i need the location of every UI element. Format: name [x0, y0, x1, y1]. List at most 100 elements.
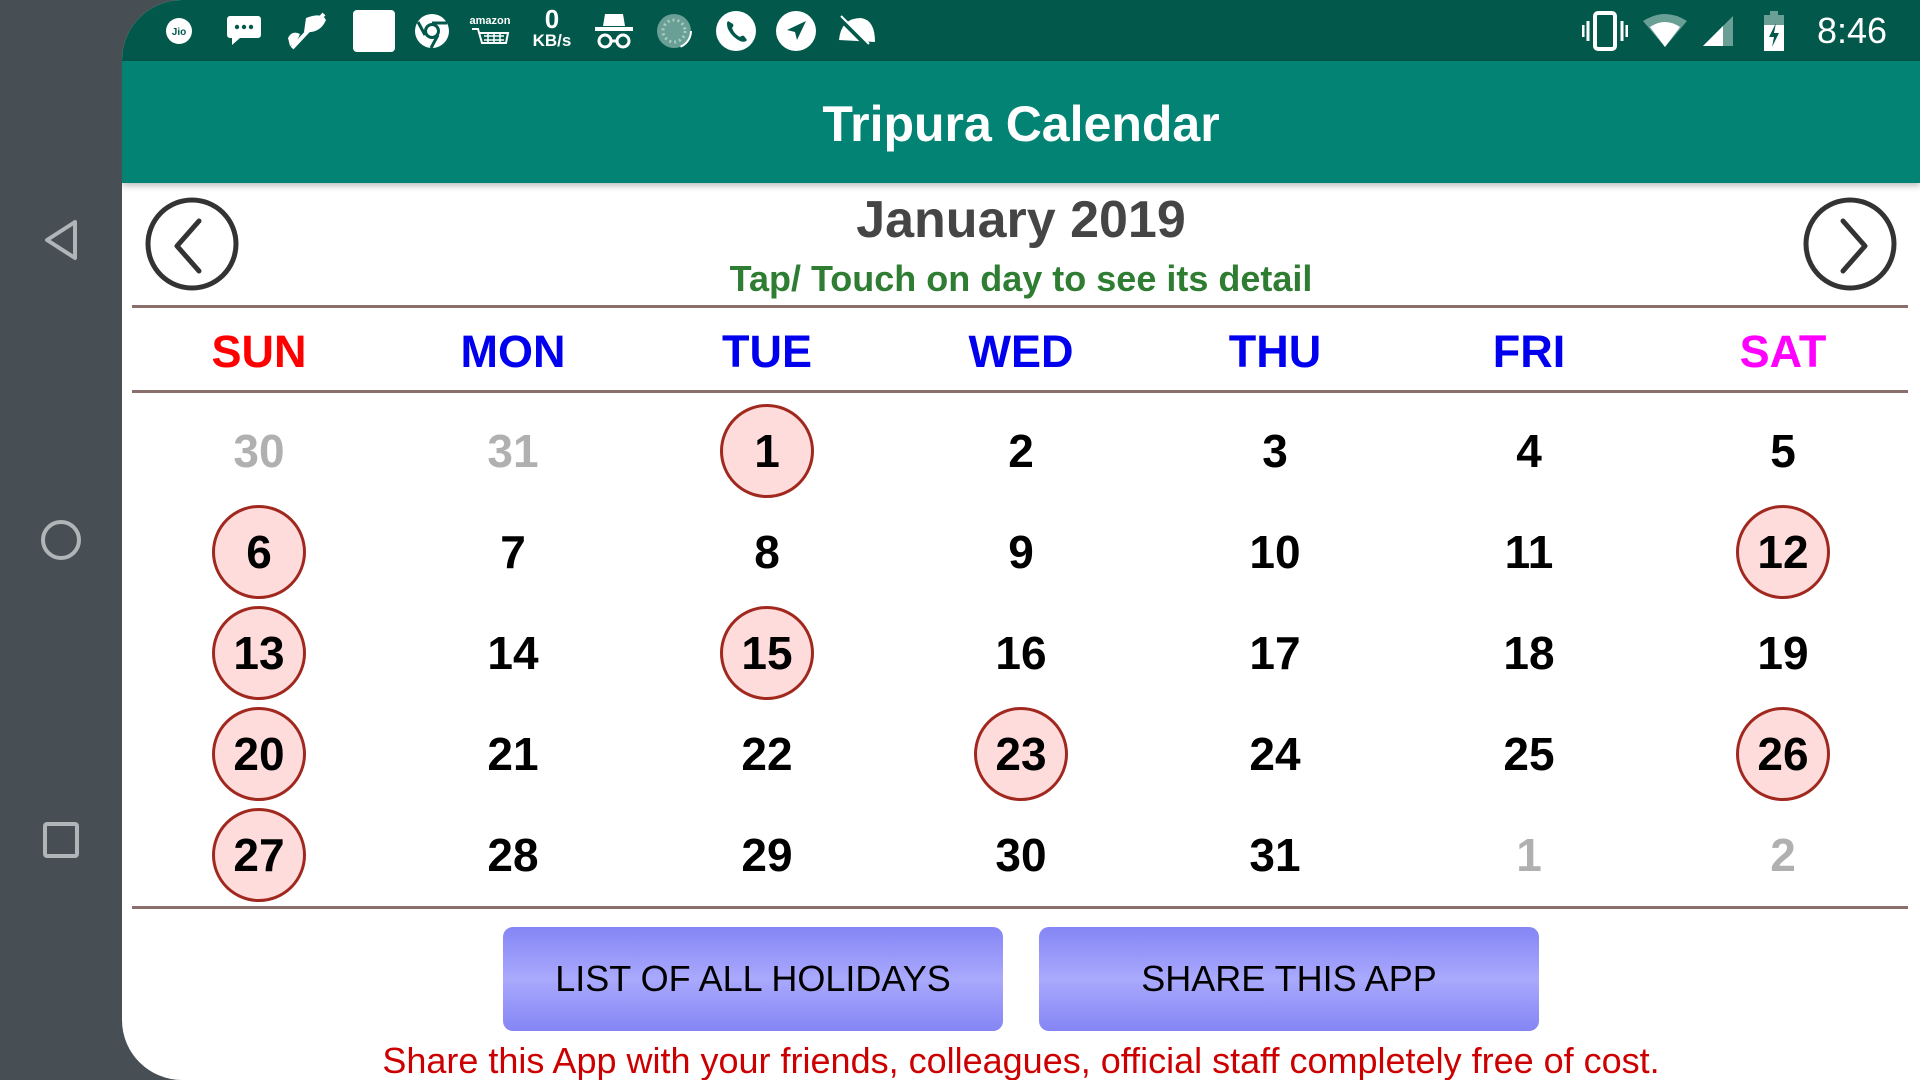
weekday-divider: [132, 390, 1908, 393]
calendar-day[interactable]: 11: [1402, 501, 1656, 602]
weekday-tue: TUE: [722, 326, 812, 377]
leaf-off-icon: [286, 12, 328, 50]
next-month-button[interactable]: [1802, 196, 1898, 292]
day-number: 29: [741, 828, 793, 881]
weekday-mon: MON: [460, 326, 566, 377]
holiday-marker: 26: [1736, 706, 1830, 801]
calendar-day-holiday[interactable]: 27: [132, 804, 386, 905]
calendar-day[interactable]: 2: [894, 400, 1148, 501]
share-app-button[interactable]: SHARE THIS APP: [1039, 927, 1539, 1031]
day-number: 4: [1516, 424, 1542, 477]
month-title: January 2019: [856, 191, 1186, 249]
calendar-day[interactable]: 19: [1656, 602, 1910, 703]
calendar-day[interactable]: 29: [640, 804, 894, 905]
calendar-day[interactable]: 5: [1656, 400, 1910, 501]
calendar-day-holiday[interactable]: 13: [132, 602, 386, 703]
calendar-day-holiday[interactable]: 26: [1656, 703, 1910, 804]
calendar-day-holiday[interactable]: 6: [132, 501, 386, 602]
calendar-day[interactable]: 28: [386, 804, 640, 905]
holiday-marker: 1: [720, 403, 814, 498]
day-number: 8: [754, 525, 780, 578]
day-number: 13: [233, 626, 285, 679]
day-number: 12: [1757, 525, 1809, 578]
holiday-marker: 6: [212, 504, 306, 599]
signal-icon: [1700, 12, 1736, 50]
battery-charging-icon: [1762, 11, 1786, 51]
calendar-day-holiday[interactable]: 12: [1656, 501, 1910, 602]
calendar-day-adjacent-month[interactable]: 30: [132, 400, 386, 501]
jio-icon: Jio: [164, 12, 194, 50]
loading-icon: [654, 12, 694, 50]
calendar-day-adjacent-month[interactable]: 2: [1656, 804, 1910, 905]
home-button[interactable]: [36, 515, 86, 565]
calendar-day[interactable]: 14: [386, 602, 640, 703]
day-number: 30: [233, 424, 285, 477]
weekday-sat: SAT: [1739, 326, 1827, 377]
back-button[interactable]: [36, 215, 86, 265]
navigation-icon: [774, 11, 818, 51]
calendar-day[interactable]: 21: [386, 703, 640, 804]
calendar-day[interactable]: 16: [894, 602, 1148, 703]
calendar-day[interactable]: 17: [1148, 602, 1402, 703]
calendar-day[interactable]: 25: [1402, 703, 1656, 804]
calendar-day[interactable]: 30: [894, 804, 1148, 905]
chrome-icon: [412, 12, 452, 50]
calendar-day-holiday[interactable]: 1: [640, 400, 894, 501]
data-saver-off-icon: [834, 12, 878, 50]
holiday-marker: 20: [212, 706, 306, 801]
day-number: 28: [487, 828, 539, 881]
app-bar: Tripura Calendar: [122, 61, 1920, 183]
holiday-marker: 13: [212, 605, 306, 700]
day-number: 25: [1503, 727, 1555, 780]
phone-icon: [714, 11, 758, 51]
calendar-day[interactable]: 10: [1148, 501, 1402, 602]
back-icon: [45, 220, 77, 260]
recents-icon: [43, 822, 79, 858]
calendar-day-adjacent-month[interactable]: 31: [386, 400, 640, 501]
day-number: 1: [754, 424, 780, 477]
day-number: 19: [1757, 626, 1809, 679]
app-title: Tripura Calendar: [822, 96, 1220, 152]
calendar-day-holiday[interactable]: 23: [894, 703, 1148, 804]
holiday-marker: 27: [212, 807, 306, 902]
calendar-day[interactable]: 18: [1402, 602, 1656, 703]
calendar-day[interactable]: 7: [386, 501, 640, 602]
holiday-marker: 23: [974, 706, 1068, 801]
day-number: 5: [1770, 424, 1796, 477]
day-number: 3: [1262, 424, 1288, 477]
system-navigation-bar: [0, 0, 122, 1080]
day-number: 21: [487, 727, 539, 780]
network-speed-unit: KB/s: [532, 30, 572, 50]
chevron-right-circle-icon: [1803, 197, 1897, 291]
recents-button[interactable]: [36, 815, 86, 865]
calendar-instructions: Tap/ Touch on day to see its detail: [729, 258, 1313, 299]
svg-text:Jio: Jio: [172, 27, 186, 38]
day-number: 6: [246, 525, 272, 578]
calendar-day[interactable]: 31: [1148, 804, 1402, 905]
day-number: 14: [487, 626, 539, 679]
day-number: 11: [1504, 525, 1554, 578]
blank-notification-icon: [352, 10, 396, 52]
status-bar: Jio amazon 0 KB/s 8:46: [122, 0, 1920, 61]
wifi-icon: [1642, 12, 1688, 50]
calendar-day[interactable]: 8: [640, 501, 894, 602]
calendar-day[interactable]: 4: [1402, 400, 1656, 501]
day-number: 2: [1770, 828, 1796, 881]
day-number: 31: [487, 424, 539, 477]
holiday-marker: 12: [1736, 504, 1830, 599]
day-number: 20: [233, 727, 285, 780]
calendar-day-adjacent-month[interactable]: 1: [1402, 804, 1656, 905]
calendar-day[interactable]: 3: [1148, 400, 1402, 501]
calendar-day[interactable]: 22: [640, 703, 894, 804]
day-number: 7: [500, 525, 526, 578]
network-speed-value: 0: [544, 3, 560, 34]
app-screen: Jio amazon 0 KB/s 8:46 Tripura Calendar …: [122, 0, 1920, 1080]
calendar-day-holiday[interactable]: 20: [132, 703, 386, 804]
day-number: 17: [1249, 626, 1301, 679]
day-number: 26: [1757, 727, 1809, 780]
calendar-day[interactable]: 24: [1148, 703, 1402, 804]
calendar-day-holiday[interactable]: 15: [640, 602, 894, 703]
day-number: 30: [995, 828, 1047, 881]
list-holidays-button[interactable]: LIST OF ALL HOLIDAYS: [503, 927, 1003, 1031]
calendar-day[interactable]: 9: [894, 501, 1148, 602]
